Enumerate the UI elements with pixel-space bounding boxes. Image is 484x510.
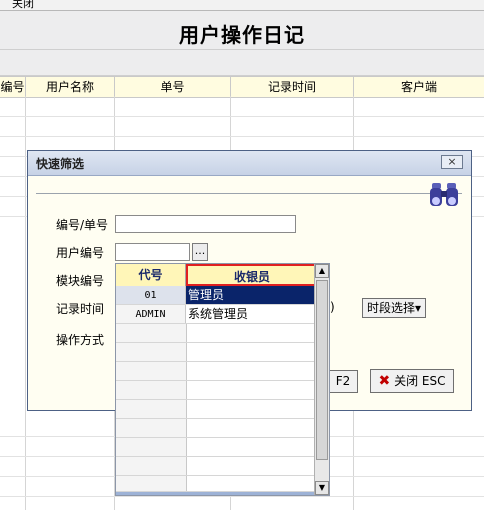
module-label: 模块编号 (56, 274, 105, 288)
dropdown-footer (116, 492, 314, 495)
grid-header-row: 编号 用户名称 单号 记录时间 客户端 (0, 76, 484, 98)
col-header-username[interactable]: 用户名称 (26, 77, 115, 97)
title-area: 用户操作日记 (0, 11, 484, 76)
dropdown-cell-name: 管理员 (186, 286, 314, 304)
dropdown-header-code: 代号 (116, 264, 186, 286)
dialog-close-button[interactable]: × (441, 155, 463, 169)
grid-row-line (0, 496, 484, 497)
dropdown-cell-code: ADMIN (116, 305, 186, 323)
col-header-time[interactable]: 记录时间 (231, 77, 354, 97)
col-header-code[interactable]: 编号 (0, 77, 26, 97)
dropdown-empty-row (116, 476, 314, 492)
dropdown-empty-row (116, 457, 314, 476)
close-x-icon: ✖ (378, 373, 391, 389)
dropdown-empty-row (116, 381, 314, 400)
binoculars-icon (430, 183, 458, 206)
time-label: 记录时间 (56, 302, 105, 316)
scroll-thumb[interactable] (316, 280, 328, 460)
dropdown-empty-row (116, 419, 314, 438)
user-label: 用户编号 (56, 246, 105, 260)
user-code-input[interactable] (115, 243, 190, 261)
user-lookup-button[interactable]: ... (192, 243, 208, 261)
dropdown-empty-row (116, 324, 314, 343)
grid-row-line (0, 136, 484, 137)
dropdown-row[interactable]: ADMIN 系统管理员 (116, 305, 314, 324)
method-label: 操作方式 (56, 333, 105, 347)
cashier-dropdown[interactable]: 代号 收银员 01 管理员 ADMIN 系统管理员 ▲ ▼ (115, 263, 330, 496)
top-toolbar: 关闭 (0, 0, 484, 11)
dropdown-empty-row (116, 438, 314, 457)
f2-button[interactable]: F2 (328, 370, 358, 393)
dropdown-empty-row (116, 343, 314, 362)
dropdown-scrollbar[interactable]: ▲ ▼ (314, 264, 329, 495)
close-icon: × (447, 155, 457, 168)
scroll-down-arrow-icon[interactable]: ▼ (315, 481, 329, 495)
dialog-titlebar[interactable]: 快速筛选 × (28, 151, 471, 176)
dropdown-cell-name: 系统管理员 (188, 307, 249, 321)
dialog-title: 快速筛选 (36, 157, 85, 171)
close-esc-label: 关闭 ESC (394, 374, 446, 388)
page-title: 用户操作日记 (179, 23, 305, 47)
period-select-button[interactable]: 时段选择▾ (362, 298, 426, 318)
title-divider (0, 49, 484, 50)
code-label: 编号/单号 (56, 218, 109, 232)
col-header-client[interactable]: 客户端 (354, 77, 484, 97)
dialog-separator (36, 193, 462, 194)
dropdown-empty-row (116, 362, 314, 381)
close-menu-item[interactable]: 关闭 (12, 0, 34, 10)
dropdown-header-cashier: 收银员 (186, 264, 318, 286)
grid-divider (25, 96, 26, 510)
code-input[interactable] (115, 215, 296, 233)
dropdown-header: 代号 收银员 (116, 264, 318, 287)
grid-row-line (0, 116, 484, 117)
dropdown-empty-row (116, 400, 314, 419)
scroll-up-arrow-icon[interactable]: ▲ (315, 264, 329, 278)
col-header-order[interactable]: 单号 (115, 77, 231, 97)
dropdown-row[interactable]: 01 管理员 (116, 286, 314, 305)
dropdown-cell-code: 01 (116, 286, 186, 304)
close-esc-button[interactable]: ✖ 关闭 ESC (370, 369, 454, 393)
time-paren: ) (330, 300, 335, 314)
